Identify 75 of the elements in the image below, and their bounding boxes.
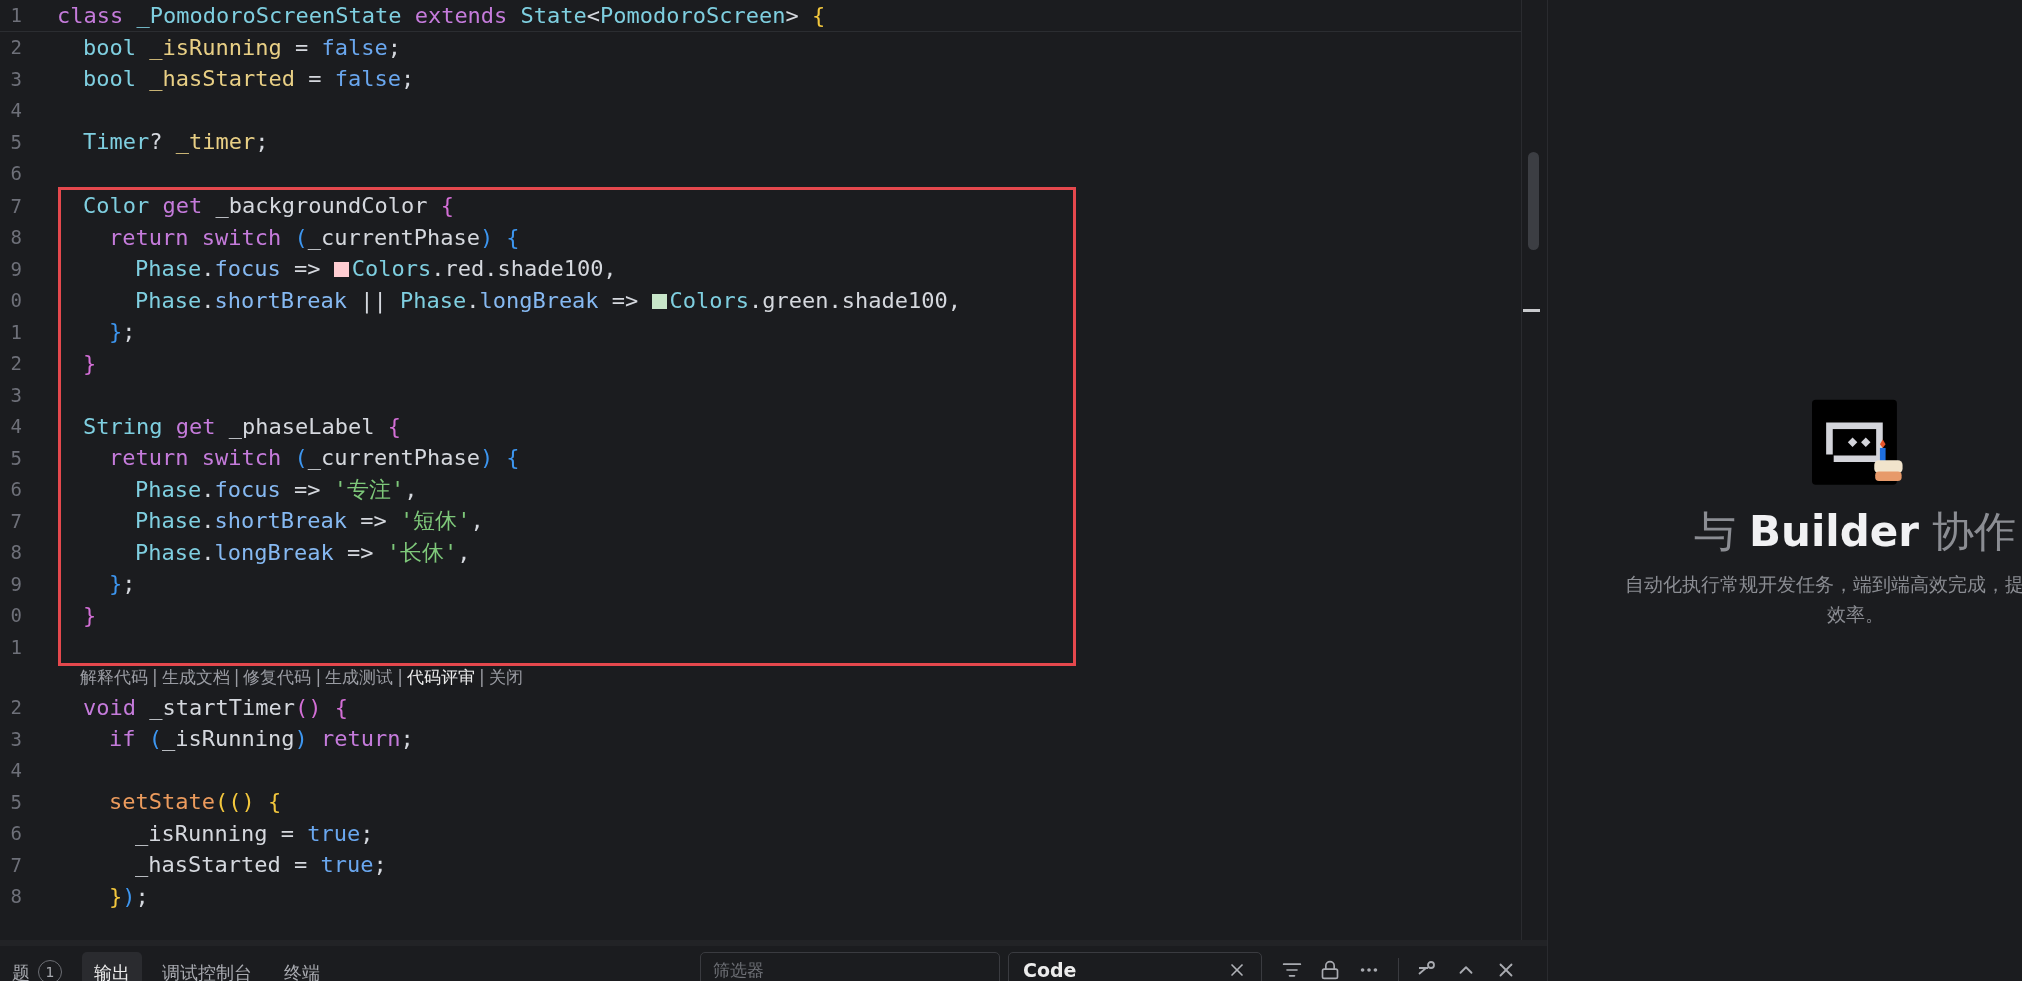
code-line: setState(() {	[109, 788, 282, 817]
line-number: 7	[9, 508, 22, 534]
line-number: 2	[9, 35, 22, 60]
code-line: bool _hasStarted = false;	[83, 65, 415, 94]
code-line: Color get _backgroundColor {	[83, 192, 454, 221]
code-lens-link[interactable]: 代码评审	[406, 664, 475, 691]
filter-lines-icon[interactable]	[1282, 960, 1302, 980]
panel-description: 自动化执行常规开发任务，端到端高效完成，提	[1624, 572, 2022, 597]
line-number: 1	[9, 634, 22, 660]
code-line: Phase.shortBreak || Phase.longBreak => Colors.green.shade100,	[135, 286, 961, 316]
line-number: 0	[9, 603, 22, 628]
line-number: 4	[9, 98, 22, 123]
code-lens-link[interactable]: 生成文档	[161, 664, 230, 691]
code-line: _isRunning = true;	[135, 819, 374, 848]
line-number: 6	[9, 161, 22, 186]
code-line: void _startTimer() {	[83, 693, 348, 722]
code-lens-link[interactable]: 修复代码	[243, 664, 312, 691]
code-line: };	[109, 318, 136, 347]
line-number: 7	[9, 852, 22, 878]
line-number: 4	[9, 414, 22, 439]
panel-title: 与 Builder 协作	[1693, 506, 2017, 558]
panel-tab[interactable]: 调试控制台	[150, 952, 264, 981]
code-line: Timer? _timer;	[83, 128, 269, 157]
code-line: return switch (_currentPhase) {	[109, 223, 520, 252]
line-number: 8	[9, 225, 22, 250]
line-number: 3	[9, 382, 22, 408]
cursor-marker	[1523, 309, 1540, 312]
separator: |	[397, 665, 403, 689]
line-number: 5	[9, 129, 22, 155]
lock-icon[interactable]	[1320, 960, 1340, 980]
line-number: 1	[9, 319, 22, 345]
separator: |	[233, 665, 240, 689]
code-line: }	[83, 601, 97, 630]
panel-tab[interactable]: 终端	[272, 952, 332, 981]
panel-tab[interactable]: 输出	[82, 952, 142, 981]
output-dropdown[interactable]: Code	[1008, 952, 1262, 981]
scrollbar-thumb[interactable]	[1528, 152, 1539, 250]
code-line: class _PomodoroScreenState extends State<PomodoroScreen> {	[57, 1, 826, 30]
line-number: 0	[9, 288, 22, 313]
separator: |	[152, 665, 158, 689]
code-line: _hasStarted = true;	[135, 851, 387, 880]
line-number: 6	[9, 477, 22, 502]
code-line: });	[109, 882, 149, 911]
line-number: 8	[9, 540, 22, 565]
line-number: 9	[9, 256, 22, 282]
panel-description: 效率。	[1826, 602, 1884, 627]
code-lens-link[interactable]: 关闭	[488, 664, 523, 691]
line-number: 4	[9, 758, 22, 783]
code-line: Phase.shortBreak => '短休',	[135, 507, 484, 536]
code-line: bool _isRunning = false;	[83, 33, 401, 62]
line-number: 7	[9, 193, 22, 219]
line-number: 5	[9, 445, 22, 471]
line-number: 9	[9, 571, 22, 597]
code-line: Phase.focus => Colors.red.shade100,	[135, 255, 617, 284]
line-number: 8	[9, 884, 22, 909]
filter-field[interactable]: 筛选器	[700, 952, 1000, 981]
line-number: 5	[9, 789, 22, 815]
code-lens-link[interactable]: 生成测试	[325, 664, 394, 691]
panel-tab[interactable]: 题 1	[0, 952, 74, 981]
line-number: 1	[9, 3, 22, 28]
line-number: 3	[9, 66, 22, 92]
code-line: };	[109, 570, 136, 599]
code-line: if (_isRunning) return;	[109, 725, 414, 754]
separator: |	[315, 665, 322, 689]
code-line: }	[83, 349, 97, 378]
code-line: String get _phaseLabel {	[83, 412, 401, 441]
line-number: 3	[9, 726, 22, 752]
line-number: 2	[9, 351, 22, 376]
code-line: return switch (_currentPhase) {	[109, 444, 520, 473]
separator: |	[478, 665, 485, 689]
line-number: 2	[9, 695, 22, 720]
code-line: Phase.focus => '专注',	[135, 475, 418, 504]
code-line: Phase.longBreak => '长休',	[135, 538, 471, 567]
line-number: 6	[9, 821, 22, 846]
code-lens-link[interactable]: 解释代码	[80, 664, 148, 691]
